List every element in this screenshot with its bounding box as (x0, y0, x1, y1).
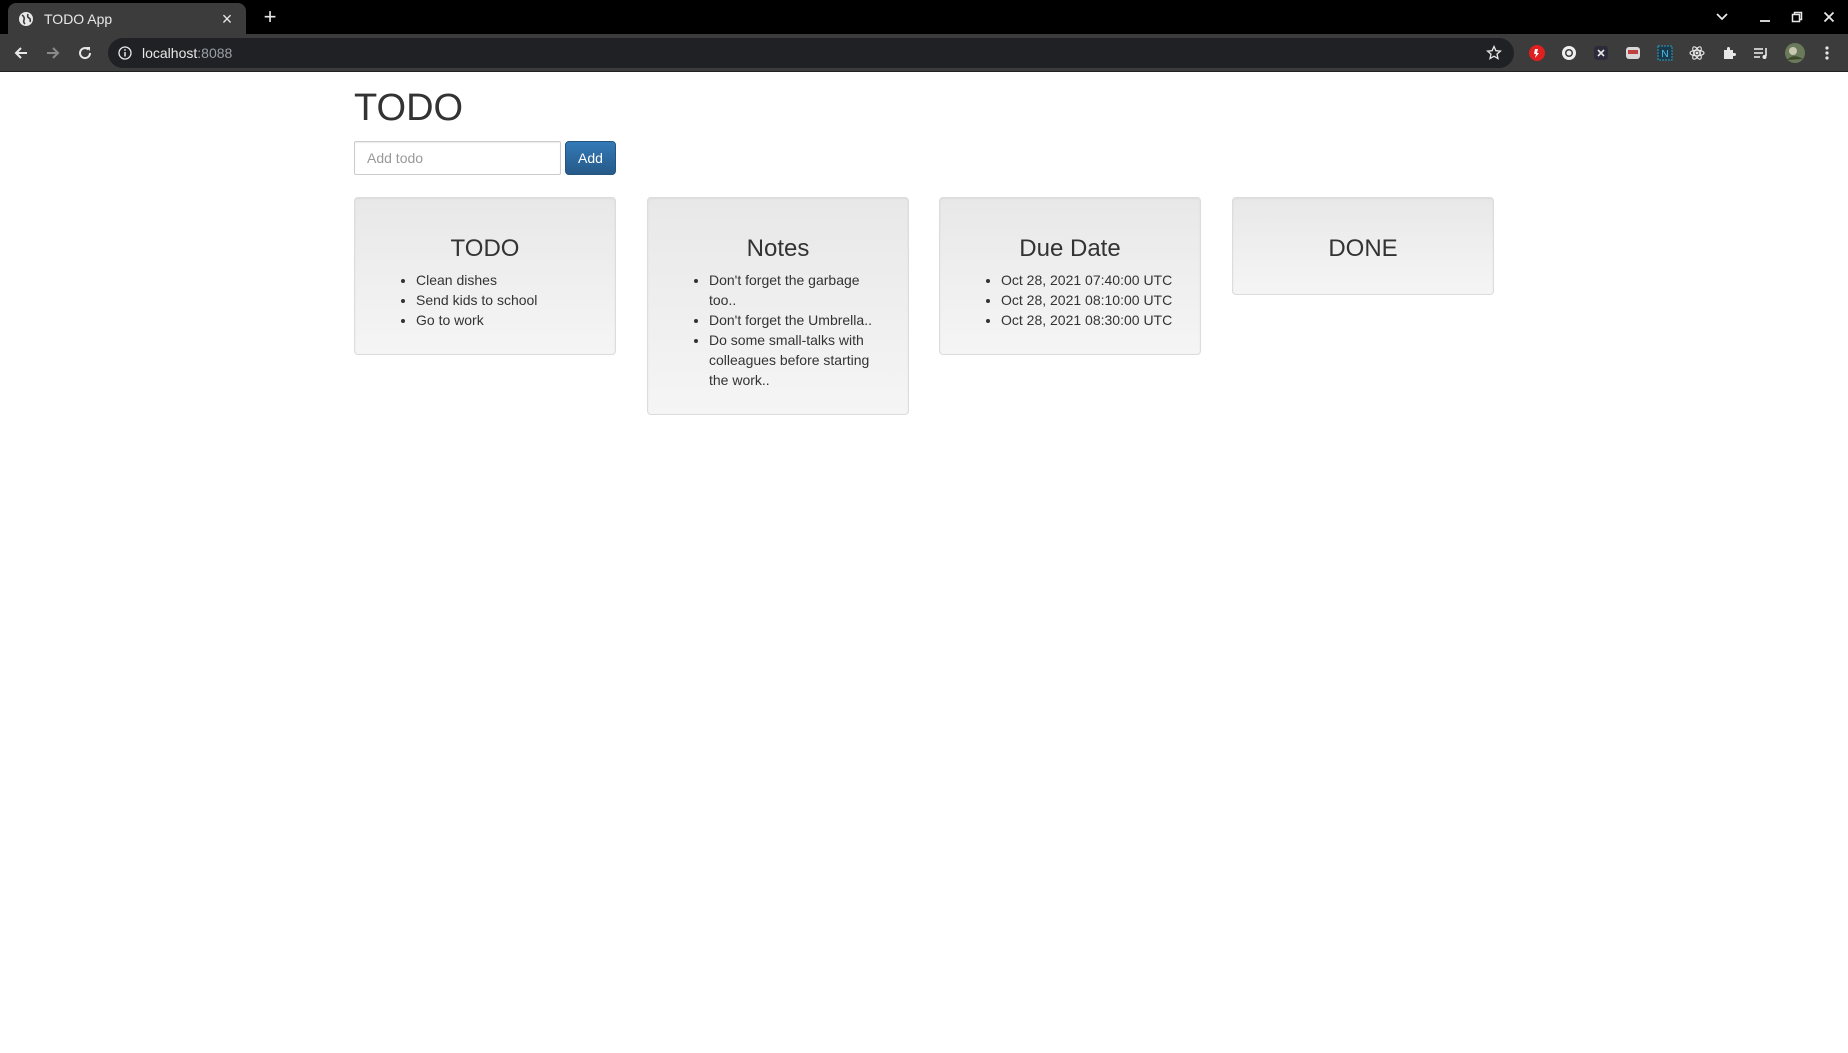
column-list: Oct 28, 2021 07:40:00 UTC Oct 28, 2021 0… (960, 270, 1180, 330)
extensions-puzzle-icon[interactable] (1720, 44, 1738, 62)
column-title: Notes (746, 235, 810, 262)
page-title: TODO (354, 87, 464, 129)
extension-n-icon[interactable]: N (1656, 44, 1674, 62)
tab-title: TODO App (44, 10, 113, 27)
page-content: TODO Add TODO Clean dishes Send kids to … (0, 73, 1848, 1053)
column-title: TODO (450, 235, 520, 262)
list-item: Don't forget the garbage too.. (709, 270, 888, 310)
globe-icon (19, 11, 33, 26)
extension-circle-icon[interactable] (1560, 44, 1578, 62)
url-host: localhost (142, 45, 198, 61)
list-item: Go to work (416, 310, 595, 330)
todo-input[interactable] (354, 141, 561, 175)
list-item: Don't forget the Umbrella.. (709, 310, 888, 330)
column-title: Due Date (1019, 235, 1121, 262)
forward-arrow-icon[interactable] (43, 43, 63, 63)
list-item: Clean dishes (416, 270, 595, 290)
list-item: Oct 28, 2021 07:40:00 UTC (1001, 270, 1180, 290)
browser-menu-icon[interactable] (1818, 44, 1836, 62)
media-queue-icon[interactable] (1752, 44, 1770, 62)
list-item: Send kids to school (416, 290, 595, 310)
due-date-column: Due Date Oct 28, 2021 07:40:00 UTC Oct 2… (939, 197, 1201, 355)
tab-search-chevron-icon[interactable] (1712, 5, 1732, 29)
column-list: Don't forget the garbage too.. Don't for… (668, 270, 888, 390)
extension-x-icon[interactable] (1592, 44, 1610, 62)
close-tab-icon[interactable]: × (218, 10, 236, 28)
add-todo-form: Add (354, 141, 616, 175)
notes-column: Notes Don't forget the garbage too.. Don… (647, 197, 909, 415)
extension-window-icon[interactable] (1624, 44, 1642, 62)
browser-tab-strip: TODO App × + (0, 0, 1848, 34)
done-column: DONE (1232, 197, 1494, 295)
profile-avatar-icon[interactable] (1784, 42, 1806, 64)
react-devtools-icon[interactable] (1688, 44, 1706, 62)
bookmark-star-icon[interactable] (1486, 45, 1502, 61)
close-window-icon[interactable] (1819, 5, 1839, 29)
add-button[interactable]: Add (565, 141, 616, 175)
column-list: Clean dishes Send kids to school Go to w… (375, 270, 595, 330)
back-arrow-icon[interactable] (11, 43, 31, 63)
list-item: Do some small-talks with colleagues befo… (709, 330, 888, 390)
browser-tab[interactable]: TODO App × (8, 3, 246, 34)
column-title: DONE (1328, 235, 1398, 262)
address-bar[interactable]: localhost:8088 (108, 38, 1514, 68)
browser-toolbar: localhost:8088 N (0, 34, 1848, 72)
list-item: Oct 28, 2021 08:30:00 UTC (1001, 310, 1180, 330)
todo-column: TODO Clean dishes Send kids to school Go… (354, 197, 616, 355)
svg-text:N: N (1661, 49, 1668, 60)
list-item: Oct 28, 2021 08:10:00 UTC (1001, 290, 1180, 310)
restore-icon[interactable] (1787, 5, 1807, 29)
url-port: :8088 (197, 45, 233, 61)
minimize-icon[interactable] (1755, 5, 1775, 29)
extension-red-icon[interactable] (1528, 44, 1546, 62)
new-tab-button[interactable]: + (258, 6, 282, 28)
reload-icon[interactable] (75, 43, 95, 63)
site-info-icon[interactable] (118, 46, 132, 60)
